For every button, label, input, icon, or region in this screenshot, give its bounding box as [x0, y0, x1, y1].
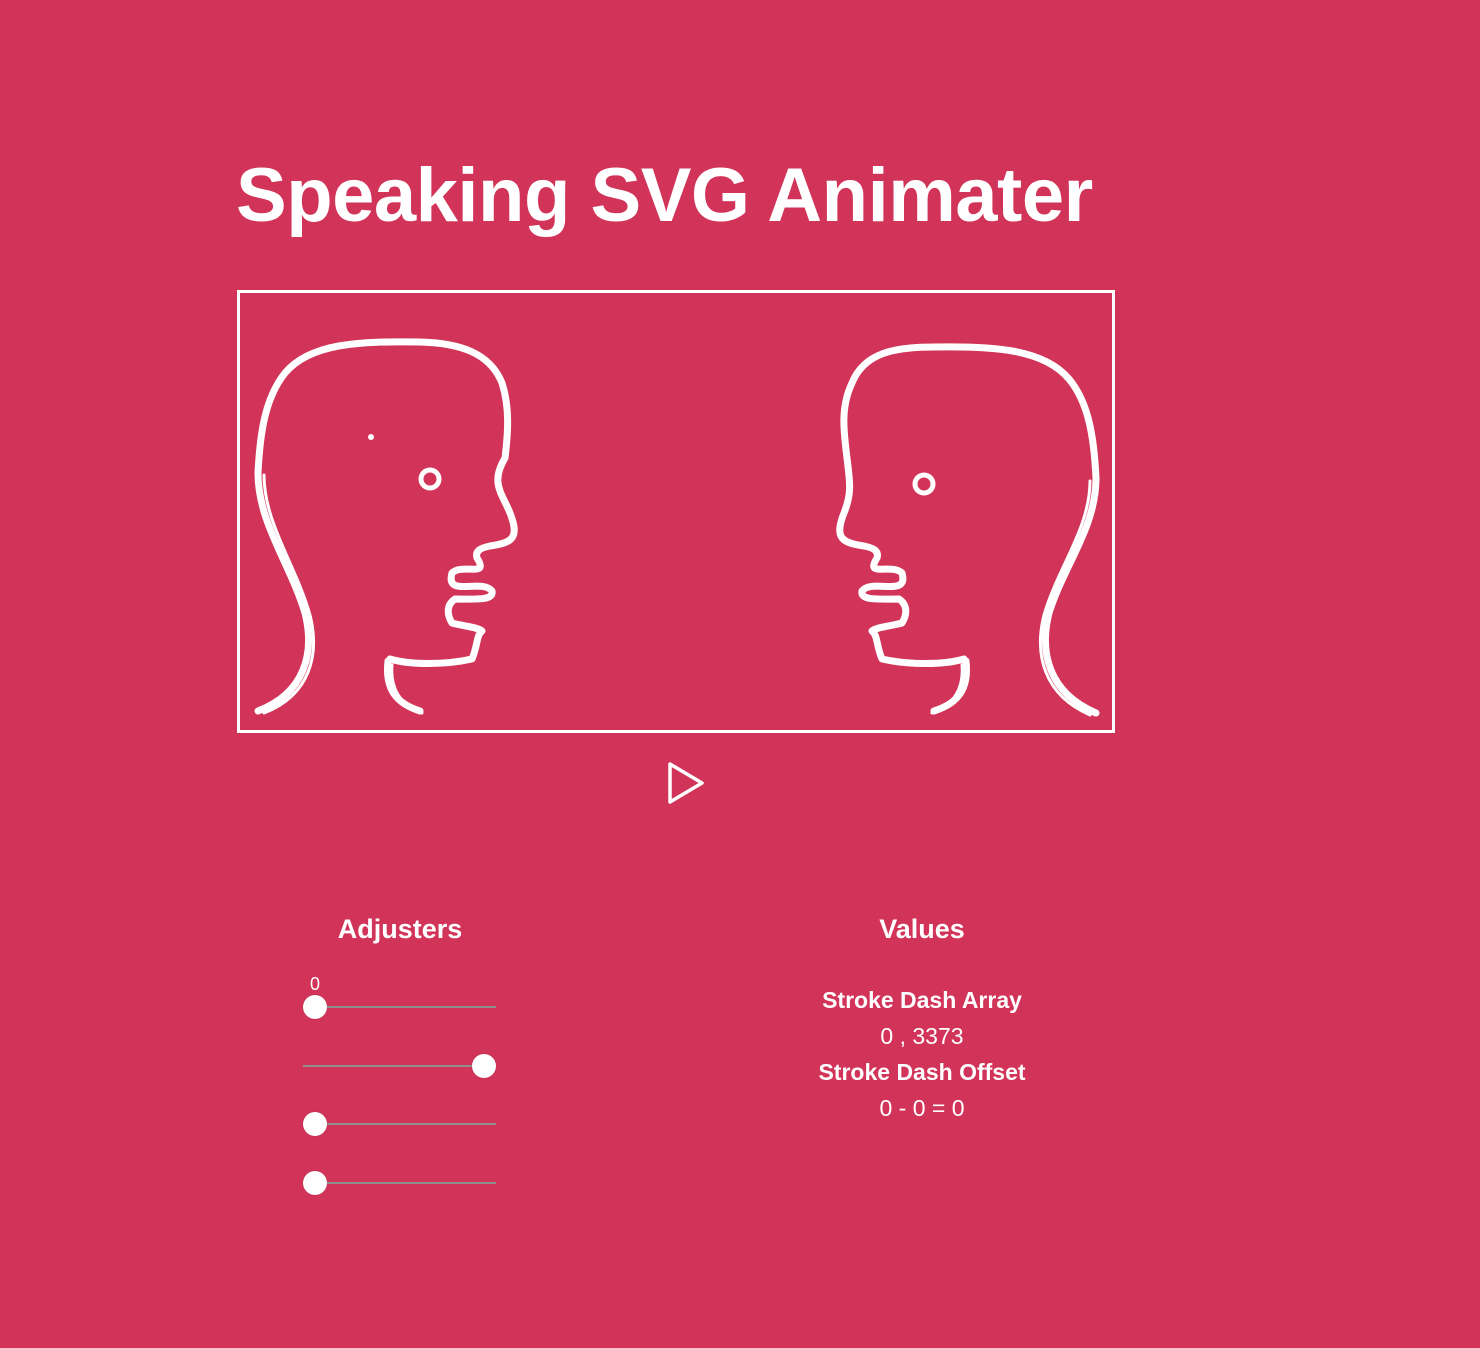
page: Speaking SVG Animater Adjusters Values 0… [0, 0, 1480, 1348]
slider-thumb[interactable] [303, 1112, 327, 1136]
adjusters-heading: Adjusters [337, 914, 463, 944]
speaking-heads-illustration [254, 338, 1100, 717]
left-eye [418, 467, 442, 491]
stroke-dash-array-label: Stroke Dash Array [822, 987, 1022, 1013]
left-head-dot [368, 434, 374, 440]
page-title: Speaking SVG Animater [236, 153, 1093, 238]
slider-3[interactable] [303, 1111, 496, 1137]
left-head-outline [254, 338, 518, 715]
play-button[interactable] [660, 758, 710, 808]
play-icon [668, 762, 704, 804]
slider-track [303, 1182, 496, 1184]
slider-1-value: 0 [309, 974, 320, 994]
stroke-dash-offset-label: Stroke Dash Offset [818, 1059, 1026, 1085]
slider-thumb[interactable] [303, 1171, 327, 1195]
right-head-outline [836, 343, 1100, 717]
slider-track [303, 1065, 496, 1067]
animation-stage [237, 290, 1115, 733]
values-heading: Values [879, 914, 965, 944]
stroke-dash-array-value: 0 , 3373 [880, 1023, 964, 1049]
slider-1[interactable] [303, 994, 496, 1020]
right-eye [912, 472, 936, 496]
slider-track [303, 1123, 496, 1125]
slider-4[interactable] [303, 1170, 496, 1196]
slider-thumb[interactable] [472, 1054, 496, 1078]
stroke-dash-offset-value: 0 - 0 = 0 [879, 1095, 965, 1121]
slider-2[interactable] [303, 1053, 496, 1079]
slider-thumb[interactable] [303, 995, 327, 1019]
slider-track [303, 1006, 496, 1008]
